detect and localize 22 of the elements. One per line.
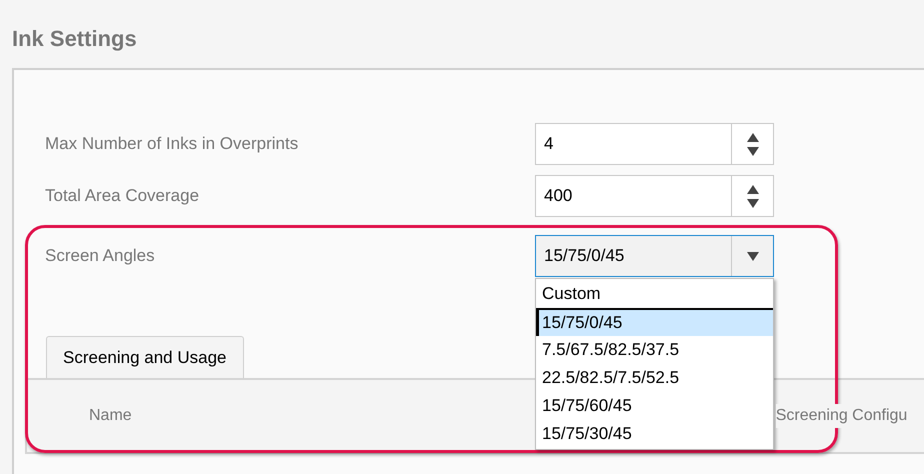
column-header: Screening Configu	[776, 404, 908, 428]
field-label: Max Number of Inks in Overprints	[45, 133, 300, 156]
down-arrow-icon	[746, 146, 758, 156]
tab[interactable]: Screening and Usage	[46, 336, 244, 378]
dropdown-option[interactable]: 15/75/30/45	[536, 420, 773, 448]
number-field[interactable]: 4	[535, 123, 732, 165]
combobox[interactable]: 15/75/0/45	[535, 235, 774, 277]
page-title: Ink Settings	[12, 25, 138, 53]
dropdown-option[interactable]: 22.5/82.5/7.5/52.5	[536, 364, 773, 392]
up-arrow-icon	[746, 184, 758, 194]
up-arrow-icon	[746, 132, 758, 142]
number-field[interactable]: 400	[535, 175, 732, 217]
field-label: Total Area Coverage	[45, 185, 200, 208]
stepper-button[interactable]	[732, 123, 774, 165]
caret-icon	[746, 252, 758, 260]
stepper-button[interactable]	[732, 175, 774, 217]
dropdown-option[interactable]: 7.5/67.5/82.5/37.5	[536, 336, 773, 364]
dropdown-option[interactable]: 15/75/60/45	[536, 392, 773, 420]
dropdown-option[interactable]: Custom	[536, 280, 773, 308]
down-arrow-icon	[746, 198, 758, 208]
field-label: Screen Angles	[45, 245, 156, 268]
dropdown-option[interactable]: 15/75/0/45	[536, 308, 773, 336]
